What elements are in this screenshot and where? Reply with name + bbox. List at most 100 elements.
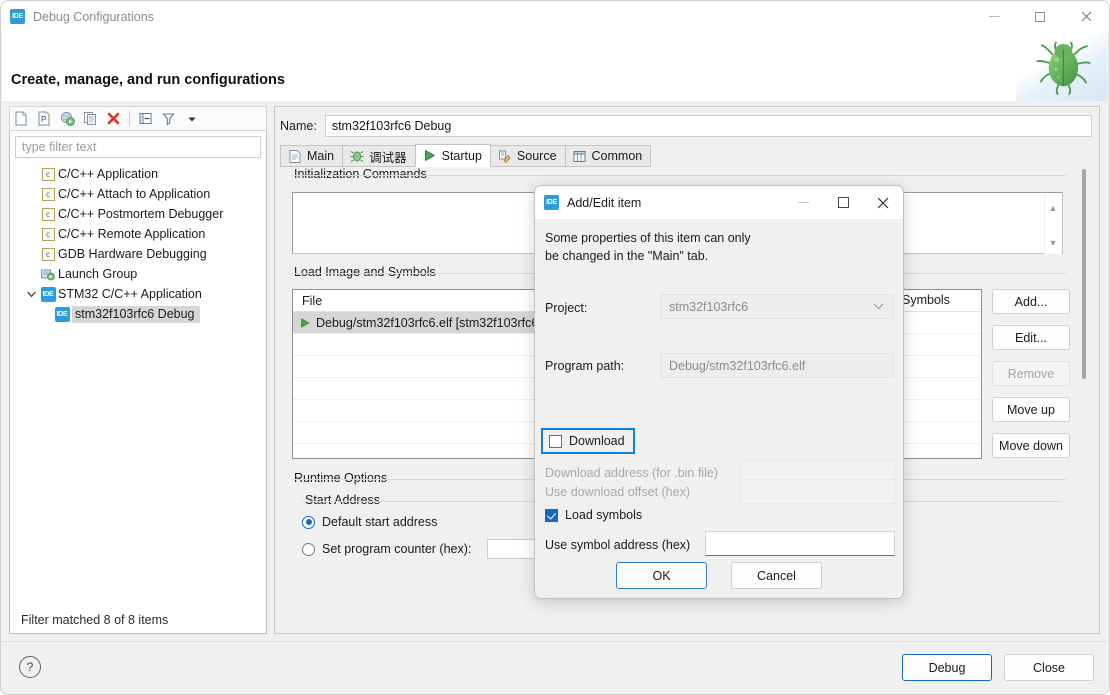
ide-badge-icon: IDE <box>38 286 58 302</box>
tab-startup-label: Startup <box>441 148 482 163</box>
tab-common-label: Common <box>591 149 643 163</box>
close-dialog-button[interactable]: Close <box>1004 654 1094 681</box>
load-symbols-checkbox-icon <box>545 508 558 522</box>
svg-text:P: P <box>41 115 46 124</box>
table-cell-file-label: Debug/stm32f103rfc6.elf [stm32f103rfc6] <box>316 315 542 330</box>
runtime-options-label: Runtime Options <box>291 471 391 485</box>
tree-item[interactable]: c C/C++ Attach to Application <box>10 184 266 204</box>
project-select[interactable]: stm32f103rfc6 <box>660 294 894 319</box>
close-button[interactable] <box>1063 1 1109 32</box>
program-path-label: Program path: <box>545 359 625 373</box>
download-checkbox-label: Download <box>569 434 625 448</box>
tab-content-scrollbar[interactable] <box>1078 169 1090 569</box>
project-select-value: stm32f103rfc6 <box>669 299 749 314</box>
add-edit-item-dialog: IDE Add/Edit item Some properties of thi… <box>534 185 904 599</box>
move-down-button[interactable]: Move down <box>992 433 1070 458</box>
delete-icon[interactable] <box>102 107 125 130</box>
symbol-address-label: Use symbol address (hex) <box>545 538 691 552</box>
help-icon[interactable]: ? <box>19 656 41 678</box>
tab-source[interactable]: Source <box>489 145 566 167</box>
minimize-button[interactable] <box>971 1 1017 32</box>
collapse-all-icon[interactable] <box>134 107 157 130</box>
c-file-icon: c <box>38 227 58 241</box>
name-input[interactable]: stm32f103rfc6 Debug <box>324 115 1092 137</box>
radio-set-program-counter-label: Set program counter (hex): <box>322 542 472 556</box>
tree-item-label: STM32 C/C++ Application <box>58 286 202 301</box>
radio-default-start-address[interactable]: Default start address <box>302 515 437 529</box>
dialog-buttons: OK Cancel <box>535 562 903 589</box>
download-checkbox[interactable]: Download <box>541 428 635 454</box>
remove-button: Remove <box>992 361 1070 386</box>
tab-main[interactable]: Main <box>280 145 344 167</box>
ide-badge-icon: IDE <box>10 9 25 24</box>
new-launch-configuration-icon[interactable] <box>10 107 33 130</box>
common-icon <box>573 149 587 163</box>
symbol-address-input[interactable] <box>705 531 895 556</box>
new-prototype-icon[interactable]: P <box>33 107 56 130</box>
source-icon <box>498 149 512 163</box>
view-menu-chevron-icon[interactable] <box>180 107 203 130</box>
c-file-icon: c <box>38 247 58 261</box>
init-commands-scrollbar[interactable]: ▲ ▼ <box>1044 194 1061 254</box>
tree-item[interactable]: IDE STM32 C/C++ Application <box>10 284 266 304</box>
scroll-down-icon[interactable]: ▼ <box>1045 235 1061 251</box>
tree-item[interactable]: c C/C++ Remote Application <box>10 224 266 244</box>
radio-set-program-counter[interactable]: Set program counter (hex): <box>302 542 471 556</box>
dialog-maximize-button[interactable] <box>823 186 863 219</box>
window-title: Debug Configurations <box>33 9 154 24</box>
project-label: Project: <box>545 301 588 315</box>
radio-default-start-address-label: Default start address <box>322 515 438 529</box>
tree-item[interactable]: IDE stm32f103rfc6 Debug <box>10 304 266 324</box>
c-file-icon: c <box>38 167 58 181</box>
tree-item[interactable]: c GDB Hardware Debugging <box>10 244 266 264</box>
tab-common[interactable]: Common <box>564 145 652 167</box>
tree-item-label: C/C++ Postmortem Debugger <box>58 206 224 221</box>
tab-startup[interactable]: Startup <box>414 144 491 167</box>
tab-debugger[interactable]: 调试器 <box>342 145 416 167</box>
load-image-buttons: Add... Edit... Remove Move up Move down <box>992 289 1070 469</box>
duplicate-icon[interactable] <box>79 107 102 130</box>
dialog-close-button[interactable] <box>863 186 903 219</box>
table-cell-symbols <box>893 312 981 333</box>
maximize-button[interactable] <box>1017 1 1063 32</box>
load-symbols-checkbox[interactable]: Load symbols <box>545 508 642 522</box>
scroll-up-icon[interactable]: ▲ <box>1045 200 1061 216</box>
dialog-minimize-button[interactable] <box>783 186 823 219</box>
scrollbar-thumb[interactable] <box>1082 169 1086 379</box>
configurations-toolbar: P <box>9 106 267 131</box>
export-icon[interactable] <box>56 107 79 130</box>
header-band: Create, manage, and run configurations <box>2 32 1108 102</box>
add-button[interactable]: Add... <box>992 289 1070 314</box>
chevron-down-icon[interactable] <box>24 291 38 298</box>
dialog-body: Some properties of this item can only be… <box>535 219 903 598</box>
program-path-value: Debug/stm32f103rfc6.elf <box>669 358 806 373</box>
move-up-button[interactable]: Move up <box>992 397 1070 422</box>
name-row: Name: stm32f103rfc6 Debug <box>280 114 1092 138</box>
window-controls <box>971 1 1109 32</box>
load-image-label: Load Image and Symbols <box>291 265 439 279</box>
debugger-icon <box>350 149 364 163</box>
filter-input[interactable]: type filter text <box>15 136 261 158</box>
dialog-note-line1: Some properties of this item can only <box>545 231 751 245</box>
cancel-button[interactable]: Cancel <box>731 562 822 589</box>
chevron-down-icon <box>873 301 884 313</box>
tree-item[interactable]: c C/C++ Application <box>10 164 266 184</box>
load-symbols-checkbox-label: Load symbols <box>565 508 643 522</box>
download-offset-input <box>740 479 895 504</box>
c-file-icon: c <box>38 187 58 201</box>
filter-icon[interactable] <box>157 107 180 130</box>
column-symbols[interactable]: Symbols <box>893 290 981 311</box>
download-address-label: Download address (for .bin file) <box>545 466 718 480</box>
toolbar-separator <box>129 110 130 127</box>
init-commands-label: Initialization Commands <box>291 167 430 181</box>
debug-button[interactable]: Debug <box>902 654 992 681</box>
green-bug-icon <box>1036 41 1091 95</box>
filter-placeholder: type filter text <box>22 140 97 154</box>
launch-group-icon <box>38 268 58 281</box>
ok-button[interactable]: OK <box>616 562 707 589</box>
document-icon <box>288 149 302 163</box>
edit-button[interactable]: Edit... <box>992 325 1070 350</box>
tree-item[interactable]: c C/C++ Postmortem Debugger <box>10 204 266 224</box>
tree-item-label: C/C++ Application <box>58 166 159 181</box>
tree-item[interactable]: Launch Group <box>10 264 266 284</box>
